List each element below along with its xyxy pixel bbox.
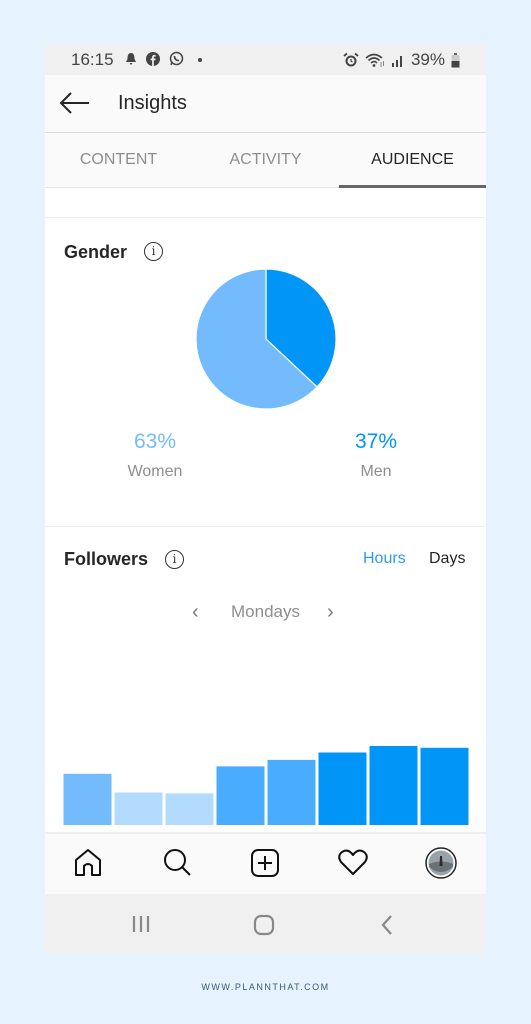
bar-12a[interactable] <box>63 773 112 825</box>
gender-title: Gender <box>64 242 128 262</box>
system-nav-bar <box>45 894 486 954</box>
bar-3a[interactable] <box>114 792 163 826</box>
tab-audience[interactable]: AUDIENCE <box>339 133 486 188</box>
phone-screen: 16:15 39% Insights CONTENT ACTIVITY AUDI… <box>45 45 486 954</box>
spacer-card <box>45 188 486 218</box>
back-icon[interactable] <box>379 914 395 936</box>
wifi-icon <box>365 53 384 67</box>
alarm-icon <box>343 52 359 67</box>
search-icon[interactable] <box>161 847 193 879</box>
facebook-icon <box>146 51 160 66</box>
day-label: Mondays <box>231 602 300 621</box>
status-bar: 16:15 39% <box>45 45 486 75</box>
bar-9p[interactable] <box>420 747 469 825</box>
heart-icon[interactable] <box>337 847 369 879</box>
bar-6p[interactable] <box>369 746 418 825</box>
battery-icon <box>451 52 460 67</box>
bar-12p[interactable] <box>267 759 316 825</box>
days-toggle[interactable]: Days <box>429 550 465 568</box>
tab-activity[interactable]: ACTIVITY <box>192 133 339 187</box>
bar-3p[interactable] <box>318 752 367 826</box>
battery-percent: 39% <box>410 50 445 69</box>
whatsapp-icon <box>169 51 184 66</box>
home-button-icon[interactable] <box>253 914 275 936</box>
app-header: Insights <box>45 75 486 133</box>
footer-url: WWW.PLANNTHAT.COM <box>201 982 330 992</box>
dot-icon <box>198 57 202 62</box>
gender-pie-chart <box>195 268 337 410</box>
info-icon[interactable]: i <box>144 242 163 261</box>
arrow-left-icon[interactable] <box>59 92 91 114</box>
status-time: 16:15 <box>71 50 114 69</box>
bar-9a[interactable] <box>216 766 265 825</box>
men-label: Men <box>360 463 392 480</box>
tab-content[interactable]: CONTENT <box>45 133 192 187</box>
followers-section: Followers i Hours Days ‹ Mondays › 12a3a… <box>45 527 486 853</box>
signal-icon <box>391 56 402 67</box>
men-percent: 37% <box>354 430 398 453</box>
page-title: Insights <box>118 92 187 114</box>
women-label: Women <box>127 463 183 480</box>
followers-bar-chart <box>63 746 469 826</box>
chevron-right-icon[interactable]: › <box>327 601 334 624</box>
gender-section: Gender i 63% Women 37% Men <box>45 218 486 527</box>
home-icon[interactable] <box>72 847 104 879</box>
women-percent: 63% <box>133 430 177 453</box>
hours-toggle[interactable]: Hours <box>363 550 406 568</box>
recent-apps-icon[interactable] <box>131 914 151 934</box>
bell-icon <box>126 52 136 65</box>
followers-title: Followers <box>64 549 149 569</box>
add-post-icon[interactable] <box>249 847 281 879</box>
bar-6a[interactable] <box>165 793 214 825</box>
info-icon[interactable]: i <box>165 550 184 569</box>
insights-tabs: CONTENT ACTIVITY AUDIENCE <box>45 133 486 188</box>
bottom-nav <box>45 835 486 893</box>
profile-avatar[interactable] <box>425 847 457 879</box>
